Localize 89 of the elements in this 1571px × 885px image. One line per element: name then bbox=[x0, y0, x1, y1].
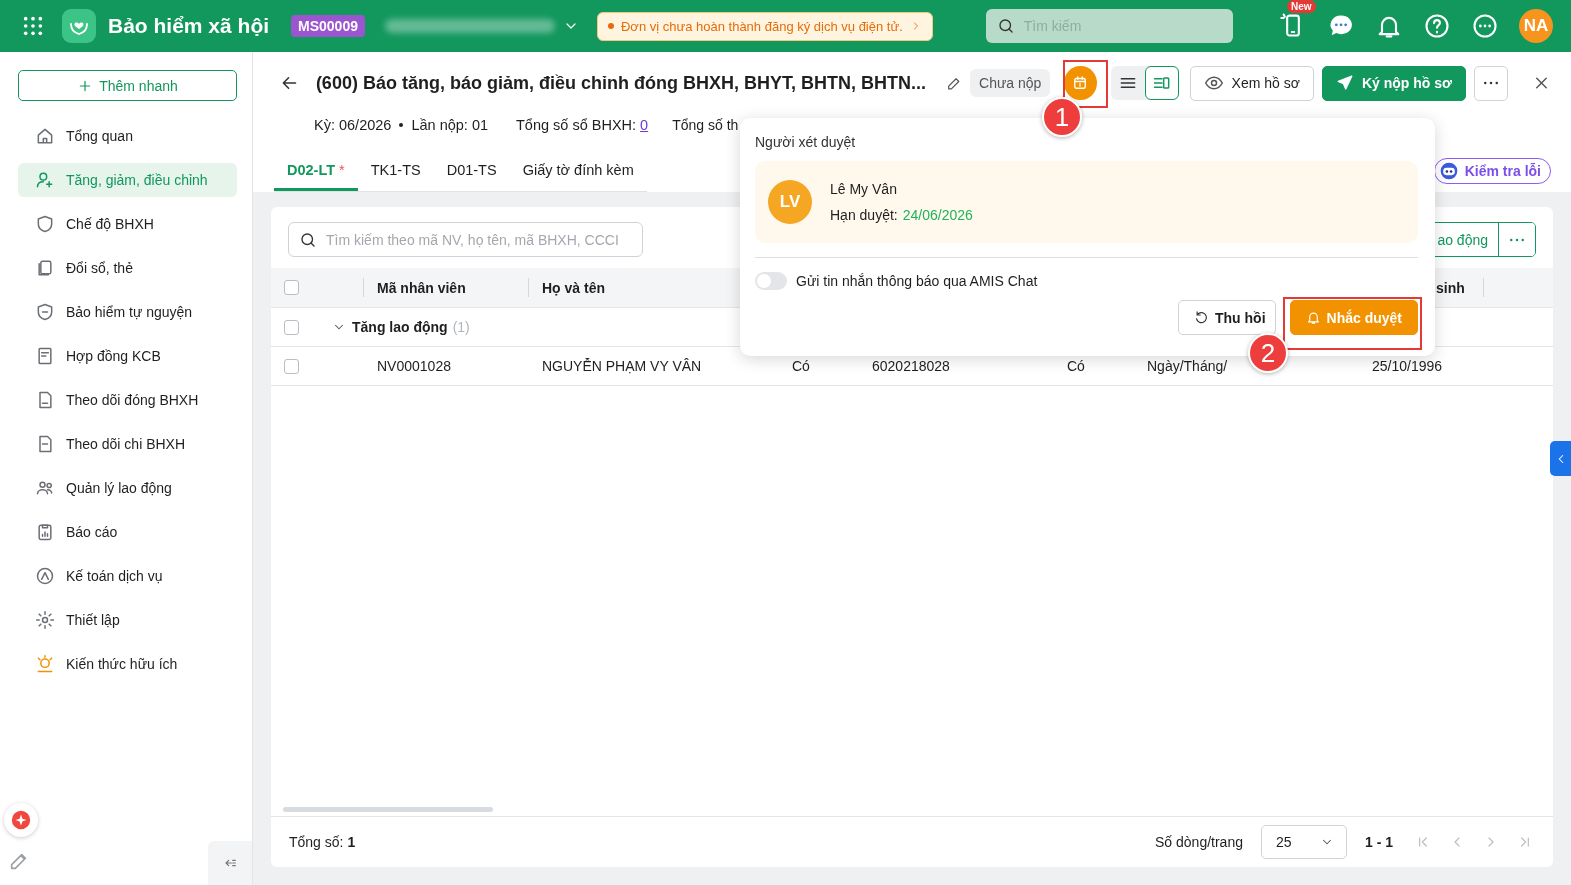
submission-label: Lần nộp: 01 bbox=[411, 117, 488, 133]
menu-item-icon bbox=[35, 126, 55, 146]
menu-item-icon bbox=[35, 302, 55, 322]
menu-item-icon bbox=[35, 258, 55, 278]
recall-button[interactable]: Thu hồi bbox=[1178, 300, 1276, 335]
more-icon bbox=[1510, 237, 1524, 242]
sidebar-item[interactable]: Chế độ BHXH bbox=[18, 207, 237, 241]
sidebar-item[interactable]: Tổng quan bbox=[18, 119, 237, 153]
table-cell: 6020218028 bbox=[872, 358, 950, 374]
undo-icon bbox=[1194, 310, 1209, 325]
help-icon[interactable] bbox=[1423, 12, 1451, 40]
table-cell: Có bbox=[1067, 358, 1085, 374]
table-cell: 25/10/1996 bbox=[1372, 358, 1443, 374]
sidebar-item[interactable]: Quản lý lao động bbox=[18, 471, 237, 505]
table-cell: Ngày/Tháng/ bbox=[1147, 358, 1228, 374]
column-header[interactable]: Mã nhân viên bbox=[377, 279, 466, 296]
robot-icon bbox=[1438, 161, 1459, 181]
view-file-button[interactable]: Xem hồ sơ bbox=[1189, 65, 1314, 101]
check-errors-button[interactable]: Kiểm tra lỗi bbox=[1433, 158, 1551, 184]
sidebar-item[interactable]: Báo cáo bbox=[18, 515, 237, 549]
org-code-badge: MS00009 bbox=[291, 15, 365, 37]
checkbox[interactable] bbox=[284, 358, 299, 374]
table-cell: NGUYỄN PHẠM VY VÂN bbox=[542, 358, 702, 374]
table-search-field[interactable]: Tìm kiếm theo mã NV, họ tên, mã BHXH, CCCI bbox=[288, 222, 643, 257]
status-badge: Chưa nộp bbox=[970, 69, 1051, 97]
menu-item-icon bbox=[35, 214, 55, 234]
eye-icon bbox=[1203, 73, 1224, 93]
side-panel-tab[interactable] bbox=[1550, 441, 1571, 476]
app-title: Bảo hiểm xã hội bbox=[108, 14, 270, 38]
apps-grid-icon[interactable] bbox=[22, 15, 44, 37]
group-count: (1) bbox=[452, 319, 470, 335]
send-icon bbox=[1335, 74, 1354, 92]
table-cell: Có bbox=[792, 358, 810, 374]
more-icon bbox=[1484, 81, 1498, 85]
menu-item-icon bbox=[35, 610, 55, 630]
tab[interactable]: TK1-TS bbox=[357, 162, 434, 191]
bell-icon bbox=[1305, 310, 1321, 325]
more-icon[interactable] bbox=[1471, 12, 1499, 40]
total-label: Tổng số: bbox=[289, 834, 344, 850]
toggle-switch[interactable] bbox=[755, 272, 787, 290]
sparkle-icon bbox=[10, 809, 32, 831]
sidebar-item[interactable]: Kiến thức hữu ích bbox=[18, 647, 237, 681]
sidebar-item[interactable]: Kế toán dịch vụ bbox=[18, 559, 237, 593]
sidebar-item[interactable]: Theo dõi đóng BHXH bbox=[18, 383, 237, 417]
column-header[interactable]: sinh bbox=[1436, 279, 1465, 296]
book-total-link[interactable]: 0 bbox=[640, 117, 649, 133]
calendar-button[interactable] bbox=[1064, 66, 1097, 100]
split-view-button[interactable] bbox=[1144, 66, 1179, 100]
sidebar-item[interactable]: Đổi sổ, thẻ bbox=[18, 251, 237, 285]
popover-title: Người xét duyệt bbox=[755, 134, 857, 150]
total-count: 1 bbox=[347, 834, 356, 850]
checkbox[interactable] bbox=[284, 280, 299, 295]
assistant-button[interactable] bbox=[4, 803, 38, 837]
page-range: 1 - 1 bbox=[1365, 834, 1393, 850]
menu-item-icon bbox=[35, 522, 55, 542]
tab[interactable]: D01-TS bbox=[433, 162, 510, 191]
menu-item-icon bbox=[35, 566, 55, 586]
sidebar-item[interactable]: Theo dõi chi BHXH bbox=[18, 427, 237, 461]
group-label: Tăng lao động bbox=[352, 319, 448, 335]
column-header[interactable]: Họ và tên bbox=[542, 279, 605, 296]
menu-item-icon bbox=[35, 346, 55, 366]
bullet bbox=[399, 123, 404, 127]
deadline-date: 24/06/2026 bbox=[902, 207, 973, 223]
horizontal-scrollbar[interactable] bbox=[283, 807, 493, 812]
sidebar-item[interactable]: Thiết lập bbox=[18, 603, 237, 637]
search-icon bbox=[996, 17, 1015, 35]
toggle-label: Gửi tin nhắn thông báo qua AMIS Chat bbox=[796, 273, 1038, 289]
page-size-label: Số dòng/trang bbox=[1155, 834, 1243, 850]
search-icon bbox=[299, 231, 317, 249]
page-size-select[interactable]: 25 bbox=[1261, 825, 1347, 859]
tab[interactable]: D02-LT * bbox=[274, 162, 358, 191]
menu-item-icon bbox=[35, 478, 55, 498]
deadline-label: Hạn duyệt: bbox=[830, 207, 898, 223]
quick-add-button[interactable]: Thêm nhanh bbox=[18, 70, 237, 101]
approver-avatar: LV bbox=[768, 180, 812, 224]
table-cell: NV0001028 bbox=[377, 358, 451, 374]
book-total-label: Tổng số sổ BHXH: bbox=[516, 117, 637, 133]
menu-item-icon bbox=[35, 654, 55, 674]
card-total-label: Tổng số th bbox=[672, 117, 739, 133]
sidebar-item[interactable]: Hợp đồng KCB bbox=[18, 339, 237, 373]
checkbox[interactable] bbox=[284, 319, 299, 335]
menu-item-icon bbox=[35, 170, 55, 190]
approver-name: Lê My Vân bbox=[830, 181, 898, 197]
period-label: Kỳ: 06/2026 bbox=[314, 117, 392, 133]
new-badge: New bbox=[1287, 0, 1316, 13]
sign-submit-button[interactable]: Ký nộp hồ sơ bbox=[1321, 65, 1466, 101]
tab[interactable]: Giấy tờ đính kèm bbox=[509, 162, 647, 191]
sidebar-item[interactable]: Bảo hiểm tự nguyện bbox=[18, 295, 237, 329]
document-title: (600) Báo tăng, báo giảm, điều chỉnh đóng BHXH, BHYT, BHTN, BHTN... bbox=[315, 72, 926, 94]
